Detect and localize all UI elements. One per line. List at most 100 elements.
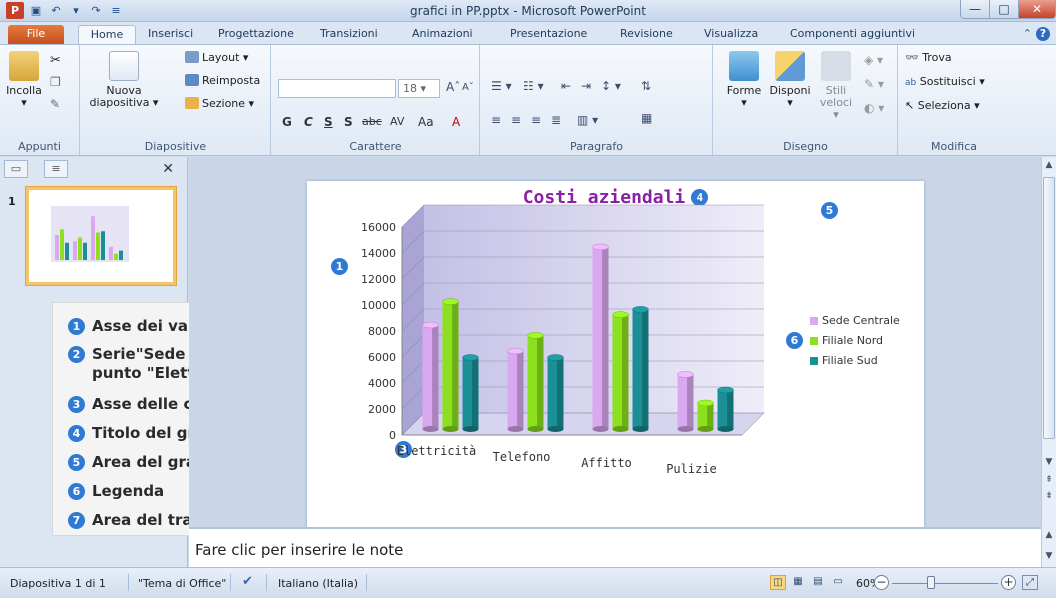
thumbnail-bar [60,229,64,260]
cut-icon[interactable]: ✂ [50,53,61,68]
previous-slide-icon[interactable]: ⇞ [1042,475,1056,489]
new-slide-button[interactable]: Nuova diapositiva ▾ [89,51,159,109]
tab-presentazione[interactable]: Presentazione [510,25,587,44]
normal-view-icon[interactable]: ◫ [770,575,786,590]
change-case-button[interactable]: Aa [418,115,434,129]
shape-fill-icon[interactable]: ◈ ▾ [864,53,883,67]
tab-componenti-aggiuntivi[interactable]: Componenti aggiuntivi [790,25,915,44]
fit-to-window-icon[interactable]: ⤢ [1022,575,1038,590]
shape-effects-icon[interactable]: ◐ ▾ [864,101,884,115]
minimize-button[interactable]: — [960,0,990,19]
slide-counter: Diapositiva 1 di 1 [10,577,106,590]
increase-indent-icon[interactable]: ⇥ [581,79,591,93]
replace-button[interactable]: ab Sostituisci ▾ [905,75,985,88]
close-button[interactable]: ✕ [1018,0,1056,19]
numbering-icon[interactable]: ☷ ▾ [523,79,544,93]
tab-inserisci[interactable]: Inserisci [148,25,193,44]
columns-icon[interactable]: ▥ ▾ [577,113,598,127]
scroll-up-icon[interactable]: ▲ [1042,160,1056,174]
shrink-font-button[interactable]: Aˇ [462,82,474,93]
scroll-down-icon[interactable]: ▼ [1042,457,1056,471]
legend-swatch [810,337,818,345]
slideshow-view-icon[interactable]: ▭ [830,575,846,590]
group-carattere: 18 ▾ Aˆ Aˇ G C S S abc AV Aa A Carattere [272,45,480,155]
bullets-icon[interactable]: ☰ ▾ [491,79,512,93]
format-painter-icon[interactable]: ✎ [50,97,60,111]
tab-visualizza[interactable]: Visualizza [704,25,758,44]
language-indicator[interactable]: Italiano (Italia) [278,577,358,590]
text-direction-icon[interactable]: ⇅ [641,79,651,93]
tab-progettazione[interactable]: Progettazione [218,25,294,44]
italic-button[interactable]: C [304,115,313,129]
theme-name[interactable]: "Tema di Office" [138,577,226,590]
find-button[interactable]: 👓 Trova [905,51,952,64]
thumbnail-bar [91,216,95,260]
minimize-ribbon-icon[interactable]: ⌃ [1023,27,1032,40]
font-color-button[interactable]: A [452,115,460,129]
chart-bar-shade [642,309,649,429]
close-pane-icon[interactable]: ✕ [162,161,174,177]
shapes-button[interactable]: Forme ▾ [724,51,764,109]
help-icon[interactable]: ? [1036,27,1050,41]
chart-bar-base [592,426,609,432]
group-label-paragrafo: Paragrafo [570,140,623,153]
notes-scroll-up-icon[interactable]: ▲ [1042,530,1056,544]
zoom-slider-knob[interactable] [927,576,935,589]
zoom-out-icon[interactable]: − [874,575,889,590]
cursor-arrow-icon: ↖ [905,99,915,112]
tab-home[interactable]: Home [78,25,136,44]
zoom-in-icon[interactable]: + [1001,575,1016,590]
section-button[interactable]: Sezione ▾ [185,97,254,110]
justify-icon[interactable]: ≣ [551,113,561,127]
scroll-thumb[interactable] [1043,177,1055,439]
shadow-button[interactable]: S [344,115,353,129]
notes-scrollbar[interactable]: ▲ ▼ [1041,527,1056,567]
smartart-icon[interactable]: ▦ [641,111,652,125]
spell-check-icon[interactable]: ✔ [242,574,253,589]
line-spacing-icon[interactable]: ↕ ▾ [601,79,621,93]
tab-revisione[interactable]: Revisione [620,25,673,44]
shape-outline-icon[interactable]: ✎ ▾ [864,77,884,91]
slide-canvas[interactable]: Costi aziendali4 5 1 2 3 7 6 02000400060… [307,181,924,527]
grow-font-button[interactable]: Aˆ [446,80,460,94]
select-button[interactable]: ↖ Seleziona ▾ [905,99,980,112]
strikethrough-button[interactable]: abc [362,115,382,128]
next-slide-icon[interactable]: ⇟ [1042,491,1056,505]
notes-scroll-down-icon[interactable]: ▼ [1042,551,1056,565]
chart-plot[interactable]: 0 2000 4000 6000 8000 10000 12000 14000 16000 Ele… [307,181,924,527]
slide-thumbnail[interactable] [26,187,176,285]
align-left-icon[interactable]: ≡ [491,113,501,127]
reading-view-icon[interactable]: ▤ [810,575,826,590]
notes-placeholder[interactable]: Fare clic per inserire le note [195,541,403,559]
tab-animazioni[interactable]: Animazioni [412,25,473,44]
font-size-field[interactable]: 18 ▾ [398,79,440,98]
font-name-field[interactable] [278,79,396,98]
chart-bar-base [697,426,714,432]
bold-button[interactable]: G [282,115,292,129]
shapes-icon [729,51,759,81]
arrange-button[interactable]: Disponi ▾ [768,51,812,109]
align-center-icon[interactable]: ≡ [511,113,521,127]
value-axis-tick-label: 2000 [368,403,396,416]
underline-button[interactable]: S [324,115,333,129]
outline-tab-icon[interactable]: ≡ [44,160,68,178]
paste-button[interactable]: Incolla ▾ [4,51,44,109]
maximize-button[interactable]: □ [989,0,1019,19]
copy-icon[interactable]: ❐ [50,75,61,89]
zoom-slider-track[interactable] [892,583,998,584]
category-axis-label: Pulizie [666,462,717,476]
slide-sorter-view-icon[interactable]: ▦ [790,575,806,590]
decrease-indent-icon[interactable]: ⇤ [561,79,571,93]
align-right-icon[interactable]: ≡ [531,113,541,127]
tab-transizioni[interactable]: Transizioni [320,25,378,44]
reset-button[interactable]: Reimposta [185,74,260,87]
char-spacing-button[interactable]: AV [390,115,404,128]
layout-button[interactable]: Layout ▾ [185,51,248,64]
quick-styles-button[interactable]: Stili veloci ▾ [816,51,856,121]
chart-bar-top [527,332,544,339]
slides-tab-icon[interactable]: ▭ [4,160,28,178]
chart-bar-base [422,426,439,432]
tab-file[interactable]: File [8,25,64,44]
notes-pane[interactable]: Fare clic per inserire le note [189,527,1041,567]
vertical-scrollbar[interactable]: ▲ ▼ ⇞ ⇟ [1041,157,1056,527]
